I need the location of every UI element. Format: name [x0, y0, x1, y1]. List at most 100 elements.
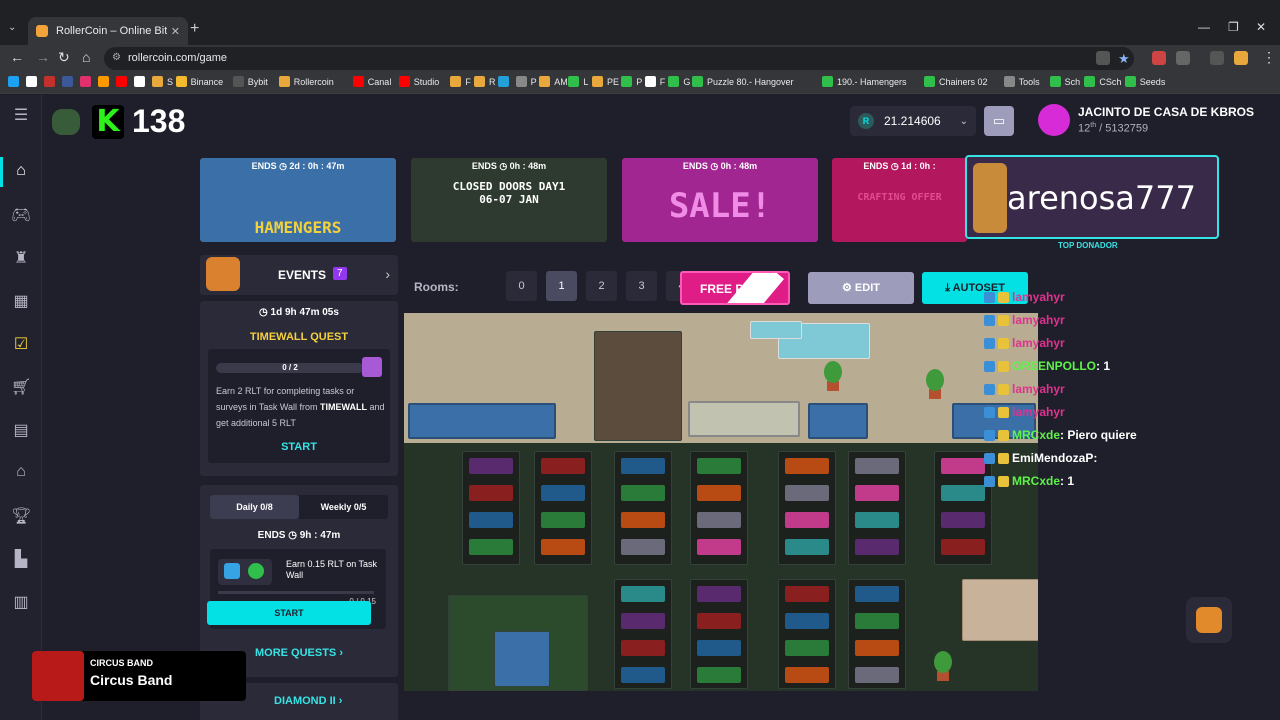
- miner-rack[interactable]: [848, 451, 906, 565]
- miner-icon[interactable]: [469, 539, 513, 555]
- miner-rack[interactable]: [778, 451, 836, 565]
- miner-icon[interactable]: [941, 458, 985, 474]
- room-button[interactable]: 2: [586, 271, 617, 301]
- bookmark-item[interactable]: P: [621, 76, 642, 87]
- miner-icon[interactable]: [785, 586, 829, 602]
- miner-rack[interactable]: [614, 579, 672, 689]
- avatar[interactable]: [1038, 104, 1070, 136]
- room-button[interactable]: 1: [546, 271, 577, 301]
- bookmark-star-icon[interactable]: ★: [1118, 51, 1132, 66]
- shelf[interactable]: [594, 331, 682, 441]
- miner-icon[interactable]: [697, 539, 741, 555]
- tab-daily[interactable]: Daily 0/8: [210, 495, 299, 519]
- miner-rack[interactable]: [690, 579, 748, 689]
- bookmark-item[interactable]: Tools: [1003, 76, 1040, 87]
- miner-rack[interactable]: [690, 451, 748, 565]
- miner-icon[interactable]: [855, 485, 899, 501]
- menu-kebab-icon[interactable]: ⋮: [1262, 49, 1276, 66]
- trophy-nav-icon[interactable]: 🏆︎: [11, 506, 31, 526]
- bookmark-item[interactable]: Canal: [352, 76, 391, 87]
- bookmark-item[interactable]: S: [152, 76, 173, 87]
- events-bar[interactable]: EVENTS 7 ›: [200, 255, 398, 295]
- miner-rack[interactable]: [934, 451, 992, 565]
- miner-icon[interactable]: [469, 485, 513, 501]
- miner-icon[interactable]: [855, 539, 899, 555]
- miner-icon[interactable]: [621, 613, 665, 629]
- site-info-icon[interactable]: ⚙: [112, 52, 121, 63]
- forward-icon[interactable]: →: [36, 49, 50, 65]
- calendar-nav-icon[interactable]: ▦: [11, 291, 31, 311]
- bookmark-item[interactable]: [62, 76, 77, 87]
- balance-dropdown[interactable]: R 21.214606 ⌄: [850, 106, 976, 136]
- bookmark-item[interactable]: [98, 76, 113, 87]
- reload-icon[interactable]: ↻: [58, 49, 70, 66]
- bookmark-item[interactable]: F: [450, 76, 471, 87]
- miner-icon[interactable]: [785, 512, 829, 528]
- bookmark-item[interactable]: [44, 76, 59, 87]
- miner-icon[interactable]: [697, 458, 741, 474]
- quest-start-link[interactable]: START: [208, 441, 390, 453]
- home-nav-icon[interactable]: ⌂: [11, 162, 31, 182]
- bookmark-item[interactable]: F: [644, 76, 665, 87]
- assistant-cat-button[interactable]: [1186, 597, 1232, 643]
- miner-icon[interactable]: [785, 640, 829, 656]
- table-round[interactable]: [494, 631, 550, 687]
- desk[interactable]: [808, 403, 868, 439]
- miner-icon[interactable]: [785, 667, 829, 683]
- miner-icon[interactable]: [697, 667, 741, 683]
- miner-icon[interactable]: [941, 539, 985, 555]
- miner-icon[interactable]: [621, 640, 665, 656]
- bookmark-item[interactable]: Seeds: [1124, 76, 1165, 87]
- bookmark-item[interactable]: AM: [539, 76, 568, 87]
- event-banner[interactable]: ENDS ◷ 0h : 48m SALE!: [622, 158, 818, 242]
- desk[interactable]: [408, 403, 556, 439]
- mining-room[interactable]: [404, 313, 1038, 691]
- miner-icon[interactable]: [469, 512, 513, 528]
- event-banner[interactable]: ENDS ◷ 0h : 48m CLOSED DOORS DAY1 06-07 J…: [411, 158, 607, 242]
- miner-icon[interactable]: [697, 613, 741, 629]
- games-nav-icon[interactable]: 🎮︎: [11, 205, 31, 225]
- marketplace-nav-icon[interactable]: 🛒︎: [11, 377, 31, 397]
- miner-icon[interactable]: [855, 458, 899, 474]
- news-nav-icon[interactable]: ▥: [11, 592, 31, 612]
- miner-icon[interactable]: [621, 539, 665, 555]
- miner-rack[interactable]: [614, 451, 672, 565]
- task-start-button[interactable]: START: [207, 601, 371, 625]
- miner-rack[interactable]: [462, 451, 520, 565]
- rewards-nav-icon[interactable]: ♜: [11, 248, 31, 268]
- miner-icon[interactable]: [697, 586, 741, 602]
- tab-search-icon[interactable]: ⌄: [8, 22, 22, 36]
- bookmark-item[interactable]: [8, 76, 23, 87]
- miner-icon[interactable]: [855, 586, 899, 602]
- new-tab-icon[interactable]: +: [190, 20, 199, 38]
- home-icon[interactable]: ⌂: [82, 49, 90, 65]
- bookmark-item[interactable]: 190.- Hamengers: [822, 76, 907, 87]
- miner-icon[interactable]: [697, 512, 741, 528]
- bookmark-item[interactable]: Puzzle 80.- Hangover: [692, 76, 794, 87]
- bookmark-item[interactable]: Binance: [175, 76, 223, 87]
- bookmark-item[interactable]: Studio: [398, 76, 439, 87]
- room-button[interactable]: 3: [626, 271, 657, 301]
- miner-icon[interactable]: [541, 512, 585, 528]
- bookmark-item[interactable]: [134, 76, 149, 87]
- crafting-nav-icon[interactable]: ▙: [11, 549, 31, 569]
- miner-icon[interactable]: [855, 613, 899, 629]
- miner-icon[interactable]: [785, 613, 829, 629]
- bookmark-item[interactable]: [80, 76, 95, 87]
- extension-icon[interactable]: [1152, 51, 1166, 65]
- back-icon[interactable]: ←: [10, 49, 24, 65]
- miner-icon[interactable]: [541, 485, 585, 501]
- storage-nav-icon[interactable]: ▤: [11, 420, 31, 440]
- browser-tab[interactable]: RollerCoin – Online Bitcoin Min ✕: [28, 17, 188, 45]
- miner-icon[interactable]: [855, 640, 899, 656]
- close-window-icon[interactable]: ✕: [1256, 20, 1266, 34]
- bookmark-item[interactable]: CSch: [1084, 76, 1121, 87]
- miner-icon[interactable]: [621, 458, 665, 474]
- bookmark-item[interactable]: [26, 76, 41, 87]
- event-banner[interactable]: ENDS ◷ 2d : 0h : 47m HAMENGERS: [200, 158, 396, 242]
- event-banner[interactable]: ENDS ◷ 1d : 0h : CRAFTING OFFER: [832, 158, 967, 242]
- table[interactable]: [962, 579, 1038, 641]
- miner-rack[interactable]: [778, 579, 836, 689]
- miner-icon[interactable]: [621, 586, 665, 602]
- miner-icon[interactable]: [697, 640, 741, 656]
